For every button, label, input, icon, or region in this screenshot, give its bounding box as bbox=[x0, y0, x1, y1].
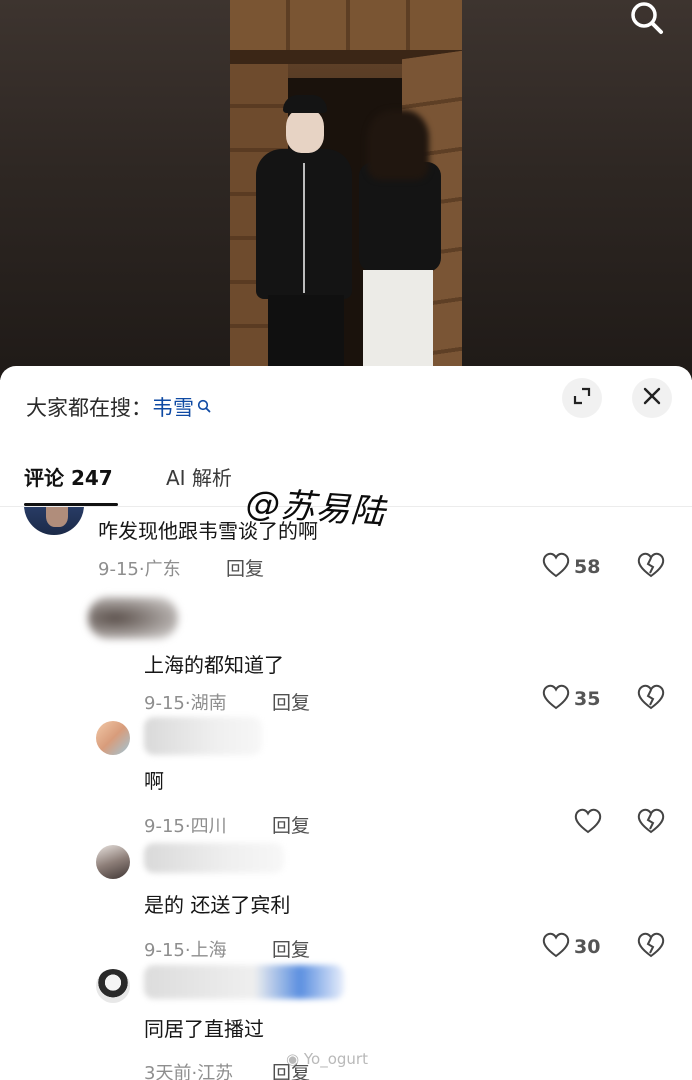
panel-header: 大家都在搜： 韦雪 bbox=[0, 366, 692, 436]
comment-item: 是的 还送了宾利 9-15·上海 回复 30 bbox=[0, 839, 692, 963]
reply-button[interactable]: 回复 bbox=[272, 688, 310, 715]
reply-button[interactable]: 回复 bbox=[226, 554, 264, 581]
like-button[interactable]: 30 bbox=[542, 932, 600, 962]
search-icon[interactable] bbox=[624, 0, 668, 38]
avatar[interactable] bbox=[96, 721, 130, 755]
like-count: 35 bbox=[574, 688, 601, 710]
comment-meta: 9-15·四川 bbox=[144, 816, 227, 837]
keyword-search-icon bbox=[197, 394, 211, 413]
comment-meta: 9-15·广东 bbox=[98, 559, 181, 580]
weibo-logo-icon: ◉ bbox=[286, 1050, 304, 1068]
like-button[interactable]: 35 bbox=[542, 684, 600, 714]
comment-text: 上海的都知道了 bbox=[144, 653, 284, 677]
wood-wall bbox=[230, 0, 462, 50]
video-player[interactable] bbox=[0, 0, 692, 380]
hot-search-prefix: 大家都在搜： bbox=[26, 396, 152, 420]
reply-button[interactable]: 回复 bbox=[272, 935, 310, 962]
person-woman bbox=[355, 110, 445, 380]
comment-text: 是的 还送了宾利 bbox=[144, 893, 291, 917]
avatar[interactable] bbox=[24, 507, 84, 535]
dislike-button[interactable] bbox=[636, 552, 666, 582]
comment-meta: 9-15·湖南 bbox=[144, 693, 227, 714]
heart-icon bbox=[542, 932, 570, 962]
avatar[interactable] bbox=[88, 597, 178, 639]
comment-text: 同居了直播过 bbox=[144, 1017, 264, 1041]
comment-list: 咋发现他跟韦雪谈了的啊 9-15·广东 回复 58 上海的都知道了 9-15·湖… bbox=[0, 507, 692, 1080]
mention-annotation: @苏易陆 bbox=[244, 483, 387, 533]
dislike-button[interactable] bbox=[636, 932, 666, 962]
tab-comments[interactable]: 评论 247 bbox=[24, 462, 113, 491]
expand-icon bbox=[571, 385, 593, 411]
username-blurred[interactable] bbox=[144, 843, 284, 873]
dislike-button[interactable] bbox=[636, 808, 666, 838]
username-blurred[interactable] bbox=[144, 717, 262, 755]
like-count: 30 bbox=[574, 936, 601, 958]
tab-ai-analysis[interactable]: AI 解析 bbox=[166, 462, 232, 491]
broken-heart-icon bbox=[637, 808, 665, 838]
comments-panel: 大家都在搜： 韦雪 评论 247 AI 解析 咋发现他跟韦雪谈了的啊 9-15·… bbox=[0, 366, 692, 1080]
close-button[interactable] bbox=[632, 378, 672, 418]
hot-search-bar[interactable]: 大家都在搜： 韦雪 bbox=[26, 392, 211, 422]
broken-heart-icon bbox=[637, 552, 665, 582]
heart-icon bbox=[542, 552, 570, 582]
comment-item: 啊 9-15·四川 回复 bbox=[0, 715, 692, 839]
comment-meta: 9-15·上海 bbox=[144, 940, 227, 961]
broken-heart-icon bbox=[637, 684, 665, 714]
reply-button[interactable]: 回复 bbox=[272, 811, 310, 838]
hot-search-keyword[interactable]: 韦雪 bbox=[152, 392, 194, 422]
like-button[interactable] bbox=[574, 808, 602, 838]
comment-item: 上海的都知道了 9-15·湖南 回复 35 bbox=[0, 591, 692, 715]
dislike-button[interactable] bbox=[636, 684, 666, 714]
close-icon bbox=[642, 386, 662, 410]
like-count: 58 bbox=[574, 556, 601, 578]
comment-text: 啊 bbox=[144, 769, 164, 793]
broken-heart-icon bbox=[637, 932, 665, 962]
avatar[interactable] bbox=[96, 845, 130, 879]
heart-icon bbox=[542, 684, 570, 714]
person-man bbox=[250, 95, 358, 380]
username-blurred[interactable] bbox=[144, 965, 344, 999]
avatar[interactable] bbox=[96, 969, 130, 1003]
expand-button[interactable] bbox=[562, 378, 602, 418]
video-frame bbox=[230, 0, 462, 380]
watermark: ◉ Yo_ogurt bbox=[286, 1050, 368, 1068]
like-button[interactable]: 58 bbox=[542, 552, 600, 582]
comment-meta: 3天前·江苏 bbox=[144, 1063, 234, 1080]
heart-icon bbox=[574, 808, 602, 838]
